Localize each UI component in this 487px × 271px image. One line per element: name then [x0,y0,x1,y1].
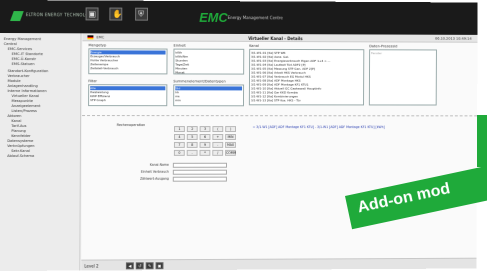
datetime: 06.10.2013 10:49:14 [435,36,472,41]
tree-node[interactable]: EMC-IT Standorte [12,52,43,56]
tree-node[interactable]: EMS-Statuen [12,62,35,66]
tree-node[interactable]: EMC-Ü-Konstr [12,57,36,61]
tree-node[interactable]: Interne Informationen [8,89,47,93]
save-button[interactable]: ▣ [155,262,164,270]
app-subtitle: Energy Management Centre [227,15,283,21]
summe-header: Summenelement/Datentypen [173,79,226,84]
kanal-list[interactable]: 3/1-W1-01 [Ka] STP WR 3/1-W1-02 [Ka] Aen… [248,48,365,106]
divider [82,115,478,117]
tree-node[interactable]: Central [4,42,17,46]
key-8[interactable]: 8 [186,141,198,148]
kanal-header: Kanal [249,43,259,48]
calc-label: Rechenoperation [116,123,146,128]
tree-node[interactable]: Aktoren [7,114,21,118]
main-panel: EMC Virtueller Kanal - Details 06.10.201… [81,33,478,271]
page-title: Virtueller Kanal - Details [248,35,303,42]
tree-node[interactable]: Virtueller Kanal [11,94,39,98]
einheit-label: Einheit Verbrauch [140,169,169,174]
app-header: ELTRON ENERGY TECHNOLOGY ▣ ✋ ⛨ EMC Energ… [0,0,478,35]
tree-node[interactable]: EMC-Services [8,47,32,51]
tree-node[interactable]: Module [8,79,21,83]
tree-node[interactable]: Listen/Prozess [11,109,36,113]
datenprozess-header: Daten-Prozessid [369,44,398,49]
filter-list[interactable]: Alle Heizleistung KWP Effizienz VFP Grap… [88,84,168,107]
logo-text: ELTRON ENERGY TECHNOLOGY [25,12,95,18]
key-9[interactable]: 9 [199,141,211,148]
tree-node[interactable]: Verbraucher [8,74,30,78]
einheit-input[interactable] [172,169,227,175]
key-max[interactable]: MAX [225,141,236,148]
tree-node[interactable]: Kanal [11,119,21,123]
kanal-name-input[interactable] [172,162,227,168]
list-item[interactable]: Fenster [371,51,435,55]
key-divide[interactable]: / [212,149,224,156]
key-0[interactable]: 0 [173,149,185,156]
key-minus[interactable]: - [212,141,224,148]
shield-button[interactable]: ⛨ [135,7,149,21]
key-3[interactable]: 3 [199,126,211,133]
list-item[interactable]: min [175,98,242,102]
shield-icon: ⛨ [138,9,145,19]
tree-node[interactable]: Energy Management [4,37,41,41]
language-label: EMC [96,35,105,40]
tree-node[interactable]: Ablauf-Schema [7,154,34,158]
key-5[interactable]: 5 [186,134,198,140]
tree-node[interactable]: Standort-Konfiguration [8,69,49,73]
sidebar-tree: Energy Management Central EMC-Services E… [0,32,82,271]
einheit-list[interactable]: kWh kWh/Nm Stunden Tage/Zeit Minuten Mon… [173,48,245,75]
key-4[interactable]: 4 [173,134,185,140]
key-1[interactable]: 1 [174,126,185,133]
list-item[interactable]: Monat [175,70,242,74]
filter-header: Filter [88,79,98,84]
key-dot[interactable]: . [186,149,198,156]
ausgang-input[interactable] [172,176,227,182]
tree-node[interactable]: Kennfelder [11,134,30,138]
tree-node[interactable]: Sekr.Kanal [11,149,30,153]
tree-node[interactable]: Planung [11,129,25,133]
screenshot-stage: ELTRON ENERGY TECHNOLOGY ▣ ✋ ⛨ EMC Energ… [0,0,478,271]
datenprozess-list[interactable]: Fenster [368,49,437,106]
tree-node[interactable]: Anlagenhandling [8,84,38,88]
key-comm[interactable]: COMM [225,149,236,156]
key-multiply[interactable]: * [199,149,211,156]
key-open-paren[interactable]: ( [212,126,224,133]
list-item[interactable]: VFP Graph [90,98,165,102]
list-item[interactable]: 3/1-W1-13 [Ka] STP Kus. HKS - Tür [251,98,362,102]
tree-node[interactable]: Anzeigeelement [11,104,40,108]
tree-node[interactable]: Verknüpfungen [7,144,34,148]
hand-button[interactable]: ✋ [109,7,123,21]
key-7[interactable]: 7 [173,141,185,148]
tree-node[interactable]: Datensysteme [7,139,33,143]
back-button[interactable]: ◀ [125,262,134,270]
edit-button[interactable]: ✎ [145,262,154,270]
logo-icon [10,11,24,22]
key-plus[interactable]: + [212,134,224,140]
list-item[interactable]: Zeitstell-Verbrauch [90,66,165,70]
monitor-button[interactable]: ▣ [85,7,99,21]
refresh-button[interactable]: ↺ [135,262,144,270]
app-window: ELTRON ENERGY TECHNOLOGY ▣ ✋ ⛨ EMC Energ… [0,0,478,271]
summe-list[interactable]: Std hh ms min [173,84,245,107]
tree-node[interactable]: Messpunkte [11,99,33,103]
monitor-icon: ▣ [88,9,97,19]
top-bar: EMC Virtueller Kanal - Details 06.10.201… [82,33,478,43]
key-2[interactable]: 2 [186,126,198,133]
hand-icon: ✋ [112,9,123,19]
app-title: EMC [199,9,228,25]
level-label: Level 2 [84,263,99,269]
kanal-name-label: Kanal-Name [149,162,169,167]
mengen-header: Mengetyp [88,43,107,48]
key-min[interactable]: MIN [225,134,236,140]
formula-display: = 3/1-W1 [ADF] ADF Montage KF1 KTU] - 3/… [252,125,385,130]
mengen-list[interactable]: Energie Erzeuger/Verbrauch Hohle Verbrau… [88,48,168,75]
bottom-bar: Level 2 ◀ ↺ ✎ ▣ [81,257,477,271]
german-flag-icon[interactable] [87,35,94,40]
ausgang-label: Zählwert-Ausgang [140,176,169,181]
tree-node[interactable]: Tarif-Aus [11,124,26,128]
key-close-paren[interactable]: ) [225,126,237,133]
einheit-header: Einheit [173,43,186,48]
key-6[interactable]: 6 [199,134,211,140]
